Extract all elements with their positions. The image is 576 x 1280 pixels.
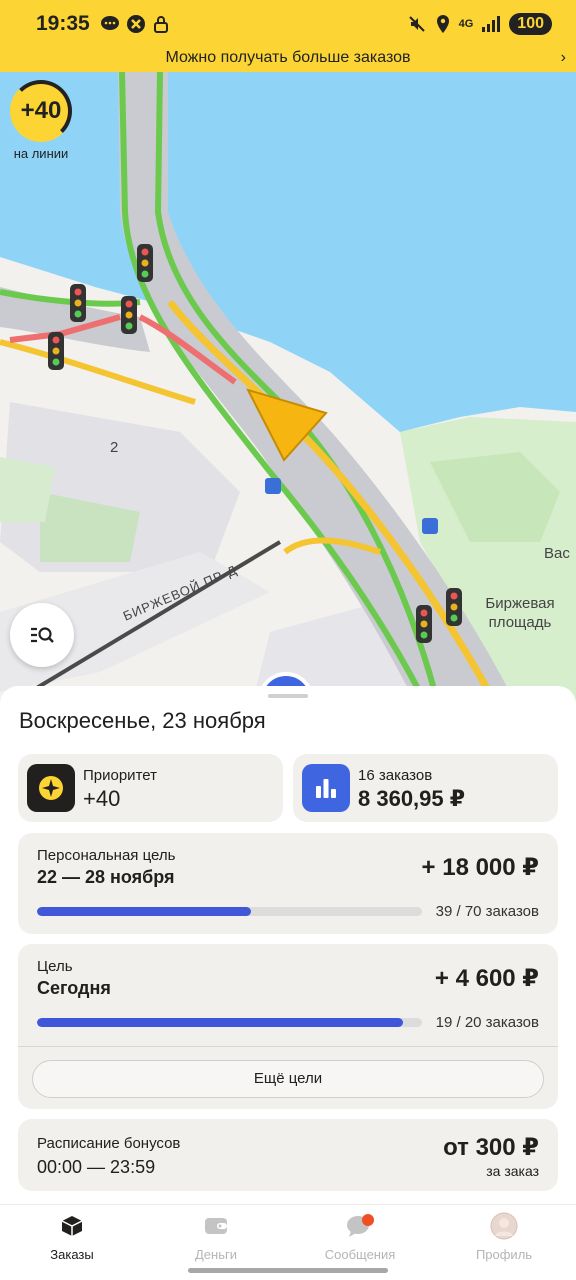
goal-period: Сегодня (37, 978, 111, 998)
nav-label: Профиль (475, 1247, 533, 1262)
app-icon (126, 15, 145, 33)
nav-profile[interactable]: Профиль (454, 1212, 554, 1262)
goal-amount: + 4 600 ₽ (434, 965, 539, 992)
lock-icon (153, 16, 168, 33)
priority-label: Приоритет (83, 767, 157, 784)
search-list-icon (31, 627, 54, 643)
traffic-light-icon (137, 244, 153, 282)
goal-progress-bar (37, 1018, 422, 1027)
orders-count: 16 заказов (358, 767, 433, 784)
sheet-grabber[interactable] (268, 694, 308, 698)
traffic-light-icon (416, 605, 432, 643)
signal-icon (482, 16, 501, 32)
divider (18, 1046, 558, 1047)
online-status-label: на линии (13, 146, 69, 161)
traffic-light-icon (121, 296, 137, 334)
transit-stop-icon (265, 478, 281, 494)
bonus-schedule-card[interactable]: Расписание бонусов 00:00 — 23:59 от 300 … (18, 1119, 558, 1191)
location-icon (436, 15, 449, 33)
goal-title: Цель (37, 958, 73, 975)
status-time: 19:35 (36, 12, 90, 35)
more-goals-button[interactable]: Ещё цели (32, 1060, 544, 1098)
goal-period: 22 — 28 ноября (37, 867, 175, 887)
goal-title: Персональная цель (37, 847, 176, 864)
profile-icon (490, 1212, 518, 1240)
bottom-nav: Заказы Деньги Сообщения Профиль (0, 1204, 576, 1280)
map-search-button[interactable] (10, 603, 74, 667)
nav-label: Заказы (50, 1247, 94, 1262)
nav-label: Сообщения (324, 1247, 396, 1262)
notification-dot (362, 1214, 374, 1226)
goal-progress-bar (37, 907, 422, 916)
orders-icon (61, 1216, 83, 1236)
personal-goal-card[interactable]: Персональная цель 22 — 28 ноября + 18 00… (18, 833, 558, 934)
transit-stop-icon (422, 518, 438, 534)
bar-chart-icon (302, 764, 350, 812)
home-indicator[interactable] (188, 1268, 388, 1273)
network-type: 4G (458, 18, 474, 30)
chevron-right-icon: › (560, 49, 566, 66)
earnings-card[interactable]: 16 заказов 8 360,95 ₽ (293, 754, 558, 822)
nav-orders[interactable]: Заказы (22, 1213, 122, 1262)
goal-progress-text: 19 / 20 заказов (435, 1014, 539, 1031)
traffic-light-icon (48, 332, 64, 370)
nav-messages[interactable]: Сообщения (310, 1213, 410, 1262)
nav-money[interactable]: Деньги (166, 1213, 266, 1262)
priority-icon (27, 764, 75, 812)
message-icon (100, 16, 119, 30)
earnings-amount: 8 360,95 ₽ (358, 786, 466, 811)
promo-banner[interactable]: Можно получать больше заказов › (0, 48, 576, 72)
promo-text: Можно получать больше заказов (165, 49, 411, 66)
messages-icon (347, 1214, 374, 1237)
bottom-sheet[interactable]: Воскресенье, 23 ноября Приоритет +40 16 … (0, 686, 576, 1204)
goal-progress-fill (37, 907, 252, 916)
priority-value: +40 (83, 786, 121, 811)
map-cut-label: Вас (544, 545, 570, 562)
traffic-light-icon (70, 284, 86, 322)
bonus-amount: от 300 ₽ (443, 1134, 539, 1161)
map-square-label: Биржевая площадь (485, 595, 555, 631)
goal-progress-fill (37, 1018, 403, 1027)
status-bar: 19:35 4G 100 (0, 0, 576, 48)
daily-goal-card[interactable]: Цель Сегодня + 4 600 ₽ 19 / 20 заказов Е… (18, 944, 558, 1109)
mute-icon (408, 16, 425, 32)
map-block-number: 2 (110, 439, 119, 456)
traffic-light-icon (446, 588, 462, 626)
map[interactable]: 2 БИРЖЕВОЙ ПР-Д Биржевая площадь Вас (0, 72, 576, 712)
priority-card[interactable]: Приоритет +40 (18, 754, 283, 822)
nav-label: Деньги (195, 1247, 237, 1262)
priority-badge[interactable]: +40 (10, 80, 72, 142)
battery-level: 100 (509, 13, 552, 35)
goal-progress-text: 39 / 70 заказов (435, 903, 539, 920)
bonus-title: Расписание бонусов (37, 1135, 181, 1152)
goal-amount: + 18 000 ₽ (421, 854, 539, 881)
sheet-date: Воскресенье, 23 ноября (19, 708, 266, 733)
wallet-icon (205, 1218, 227, 1234)
bonus-per-order: за заказ (486, 1163, 539, 1179)
bonus-time: 00:00 — 23:59 (37, 1157, 156, 1177)
